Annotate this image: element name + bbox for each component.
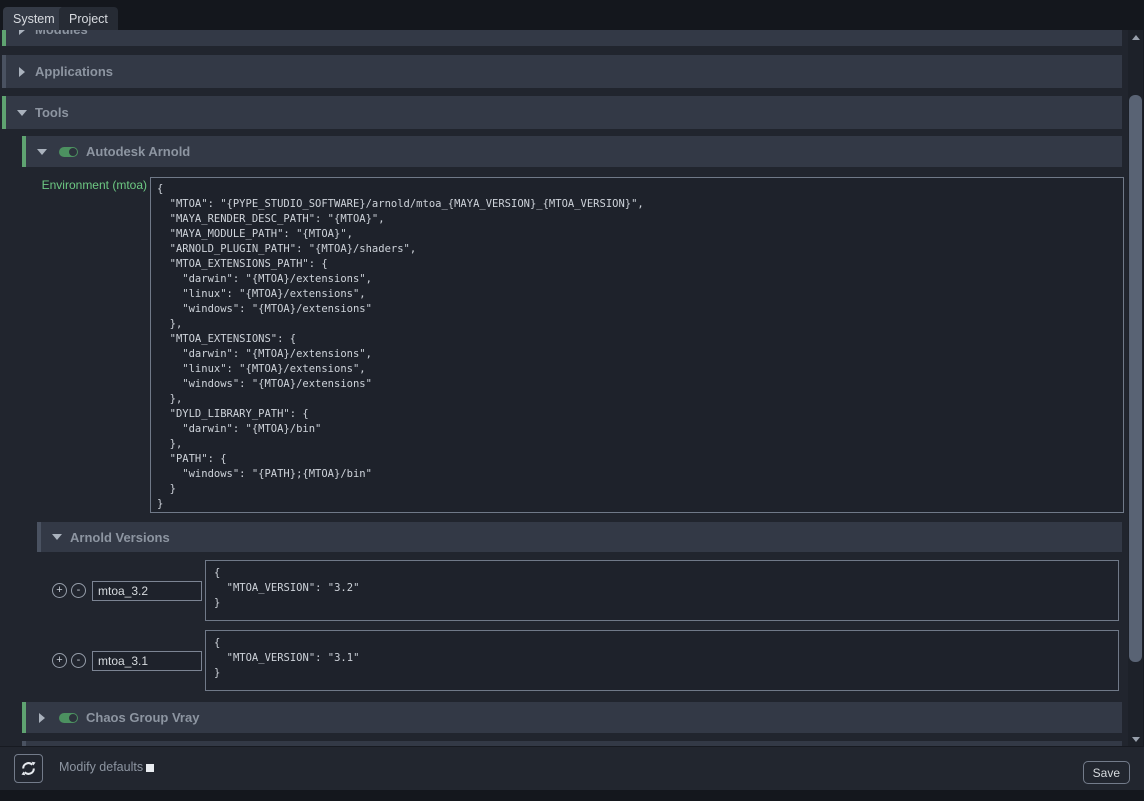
section-title-modules: Modules [35, 30, 88, 37]
settings-scroll-area: Modules Applications Tools Autodesk Arno… [0, 30, 1128, 746]
environment-row: Environment (mtoa) { "MTOA": "{PYPE_STUD… [2, 177, 1128, 513]
scroll-up-icon [1132, 35, 1140, 40]
section-title-tools: Tools [35, 105, 69, 120]
add-version-button[interactable]: + [52, 583, 67, 598]
applications-accent-bar [2, 55, 6, 88]
environment-json-editor[interactable]: { "MTOA": "{PYPE_STUDIO_SOFTWARE}/arnold… [150, 177, 1124, 513]
version-name-input[interactable] [92, 581, 202, 601]
window-bottom-strip [0, 790, 1144, 801]
section-title-autodesk-arnold: Autodesk Arnold [86, 144, 190, 159]
section-header-arnold-versions[interactable]: Arnold Versions [37, 522, 1122, 552]
section-header-autodesk-arnold[interactable]: Autodesk Arnold [22, 136, 1122, 167]
chevron-right-icon[interactable] [39, 713, 45, 723]
section-header-tools[interactable]: Tools [2, 96, 1122, 129]
chevron-down-icon[interactable] [17, 110, 27, 116]
refresh-button[interactable] [14, 754, 43, 783]
chevron-right-icon[interactable] [19, 67, 25, 77]
section-title-arnold-versions: Arnold Versions [70, 530, 170, 545]
scroll-down-button[interactable] [1128, 732, 1143, 746]
vertical-scrollbar[interactable] [1128, 30, 1143, 746]
chevron-down-icon[interactable] [52, 534, 62, 540]
refresh-icon [20, 760, 37, 777]
remove-version-button[interactable]: - [71, 583, 86, 598]
scrollbar-thumb[interactable] [1129, 95, 1142, 662]
section-header-next-clipped[interactable] [22, 741, 1122, 746]
settings-window: System Project Modules Applications Tool… [0, 0, 1144, 801]
remove-version-button[interactable]: - [71, 653, 86, 668]
section-title-chaos-group-vray: Chaos Group Vray [86, 710, 199, 725]
modify-defaults-label: Modify defaults [59, 760, 143, 774]
modules-accent-bar [2, 30, 6, 46]
version-row-mtoa-3-2: + - { "MTOA_VERSION": "3.2" } [52, 560, 1128, 621]
section-header-chaos-group-vray[interactable]: Chaos Group Vray [22, 702, 1122, 733]
section-title-applications: Applications [35, 64, 113, 79]
tab-system[interactable]: System [3, 7, 65, 30]
next-accent-bar [22, 741, 26, 746]
tools-accent-bar [2, 96, 6, 129]
save-button[interactable]: Save [1083, 761, 1130, 784]
arnold-enabled-toggle[interactable] [59, 147, 78, 157]
version-json-editor[interactable]: { "MTOA_VERSION": "3.2" } [205, 560, 1119, 621]
arnold-versions-accent-bar [37, 522, 41, 552]
version-name-input[interactable] [92, 651, 202, 671]
section-header-applications[interactable]: Applications [2, 55, 1122, 88]
environment-label: Environment (mtoa) [2, 178, 150, 192]
version-json-editor[interactable]: { "MTOA_VERSION": "3.1" } [205, 630, 1119, 691]
vray-enabled-toggle[interactable] [59, 713, 78, 723]
tab-bar: System Project [0, 0, 1144, 30]
version-row-mtoa-3-1: + - { "MTOA_VERSION": "3.1" } [52, 630, 1128, 691]
scroll-up-button[interactable] [1128, 30, 1143, 44]
arnold-accent-bar [22, 136, 26, 167]
footer-bar: Modify defaults Save [0, 747, 1144, 790]
chevron-down-icon[interactable] [37, 149, 47, 155]
chevron-right-icon[interactable] [19, 30, 25, 35]
vray-accent-bar [22, 702, 26, 733]
section-header-modules[interactable]: Modules [2, 30, 1122, 46]
modify-defaults-checkbox[interactable] [146, 764, 154, 772]
tab-project[interactable]: Project [59, 7, 118, 30]
add-version-button[interactable]: + [52, 653, 67, 668]
scroll-down-icon [1132, 737, 1140, 742]
